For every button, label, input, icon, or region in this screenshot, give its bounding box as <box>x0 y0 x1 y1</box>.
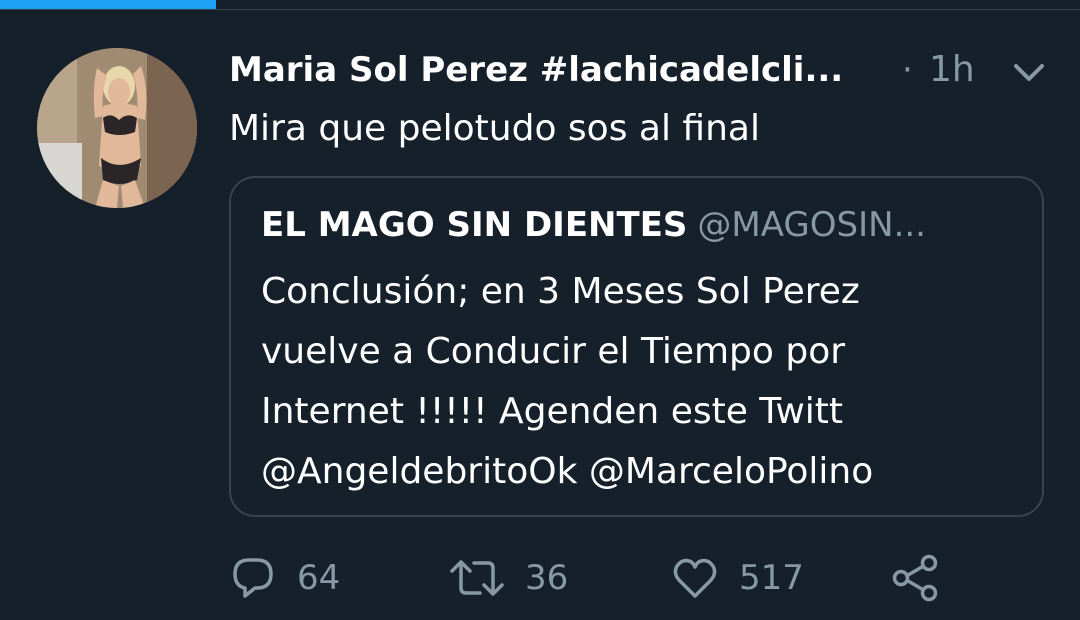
reply-icon <box>233 558 273 598</box>
quoted-text-line: vuelve a Conducir el Tiempo por <box>261 331 846 372</box>
chevron-down-icon[interactable] <box>1012 60 1046 84</box>
share-button[interactable] <box>889 548 941 608</box>
loading-progress-bar <box>0 0 1080 10</box>
reply-count: 64 <box>297 558 341 598</box>
quoted-text-line: Internet !!!!! Agenden este Twitt <box>261 391 844 432</box>
quoted-author-name: EL MAGO SIN DIENTES <box>261 205 688 245</box>
reply-button[interactable]: 64 <box>229 548 340 608</box>
header-separator: · <box>902 50 913 90</box>
heart-icon <box>673 558 717 598</box>
retweet-count: 36 <box>525 558 569 598</box>
quoted-text-line: Conclusión; en 3 Meses Sol Perez <box>261 271 860 312</box>
loading-progress-fill <box>0 0 216 9</box>
author-name[interactable]: Maria Sol Perez #lachicadelcli... <box>229 48 874 92</box>
tweet-header: Maria Sol Perez #lachicadelcli... · 1h <box>229 44 1049 94</box>
tweet-actions: 64 36 517 <box>229 548 1049 608</box>
retweet-button[interactable]: 36 <box>449 548 568 608</box>
like-count: 517 <box>739 558 804 598</box>
author-avatar[interactable] <box>37 48 197 208</box>
like-button[interactable]: 517 <box>671 548 804 608</box>
quoted-tweet[interactable]: EL MAGO SIN DIENTES @MAGOSIN... Conclusió… <box>229 176 1044 517</box>
quoted-tweet-text: Conclusión; en 3 Meses Sol Perez vuelve … <box>261 262 1021 502</box>
avatar-photo <box>37 48 197 208</box>
quoted-tweet-header: EL MAGO SIN DIENTES @MAGOSIN... <box>261 200 1021 250</box>
tweet-text: Mira que pelotudo sos al final <box>229 108 760 149</box>
quoted-text-line: @AngeldebritoOk @MarceloPolino <box>261 451 874 492</box>
quoted-author-handle: @MAGOSIN... <box>697 205 926 245</box>
share-icon <box>892 554 938 602</box>
tweet-timestamp[interactable]: 1h <box>929 48 975 92</box>
retweet-icon <box>450 560 504 596</box>
